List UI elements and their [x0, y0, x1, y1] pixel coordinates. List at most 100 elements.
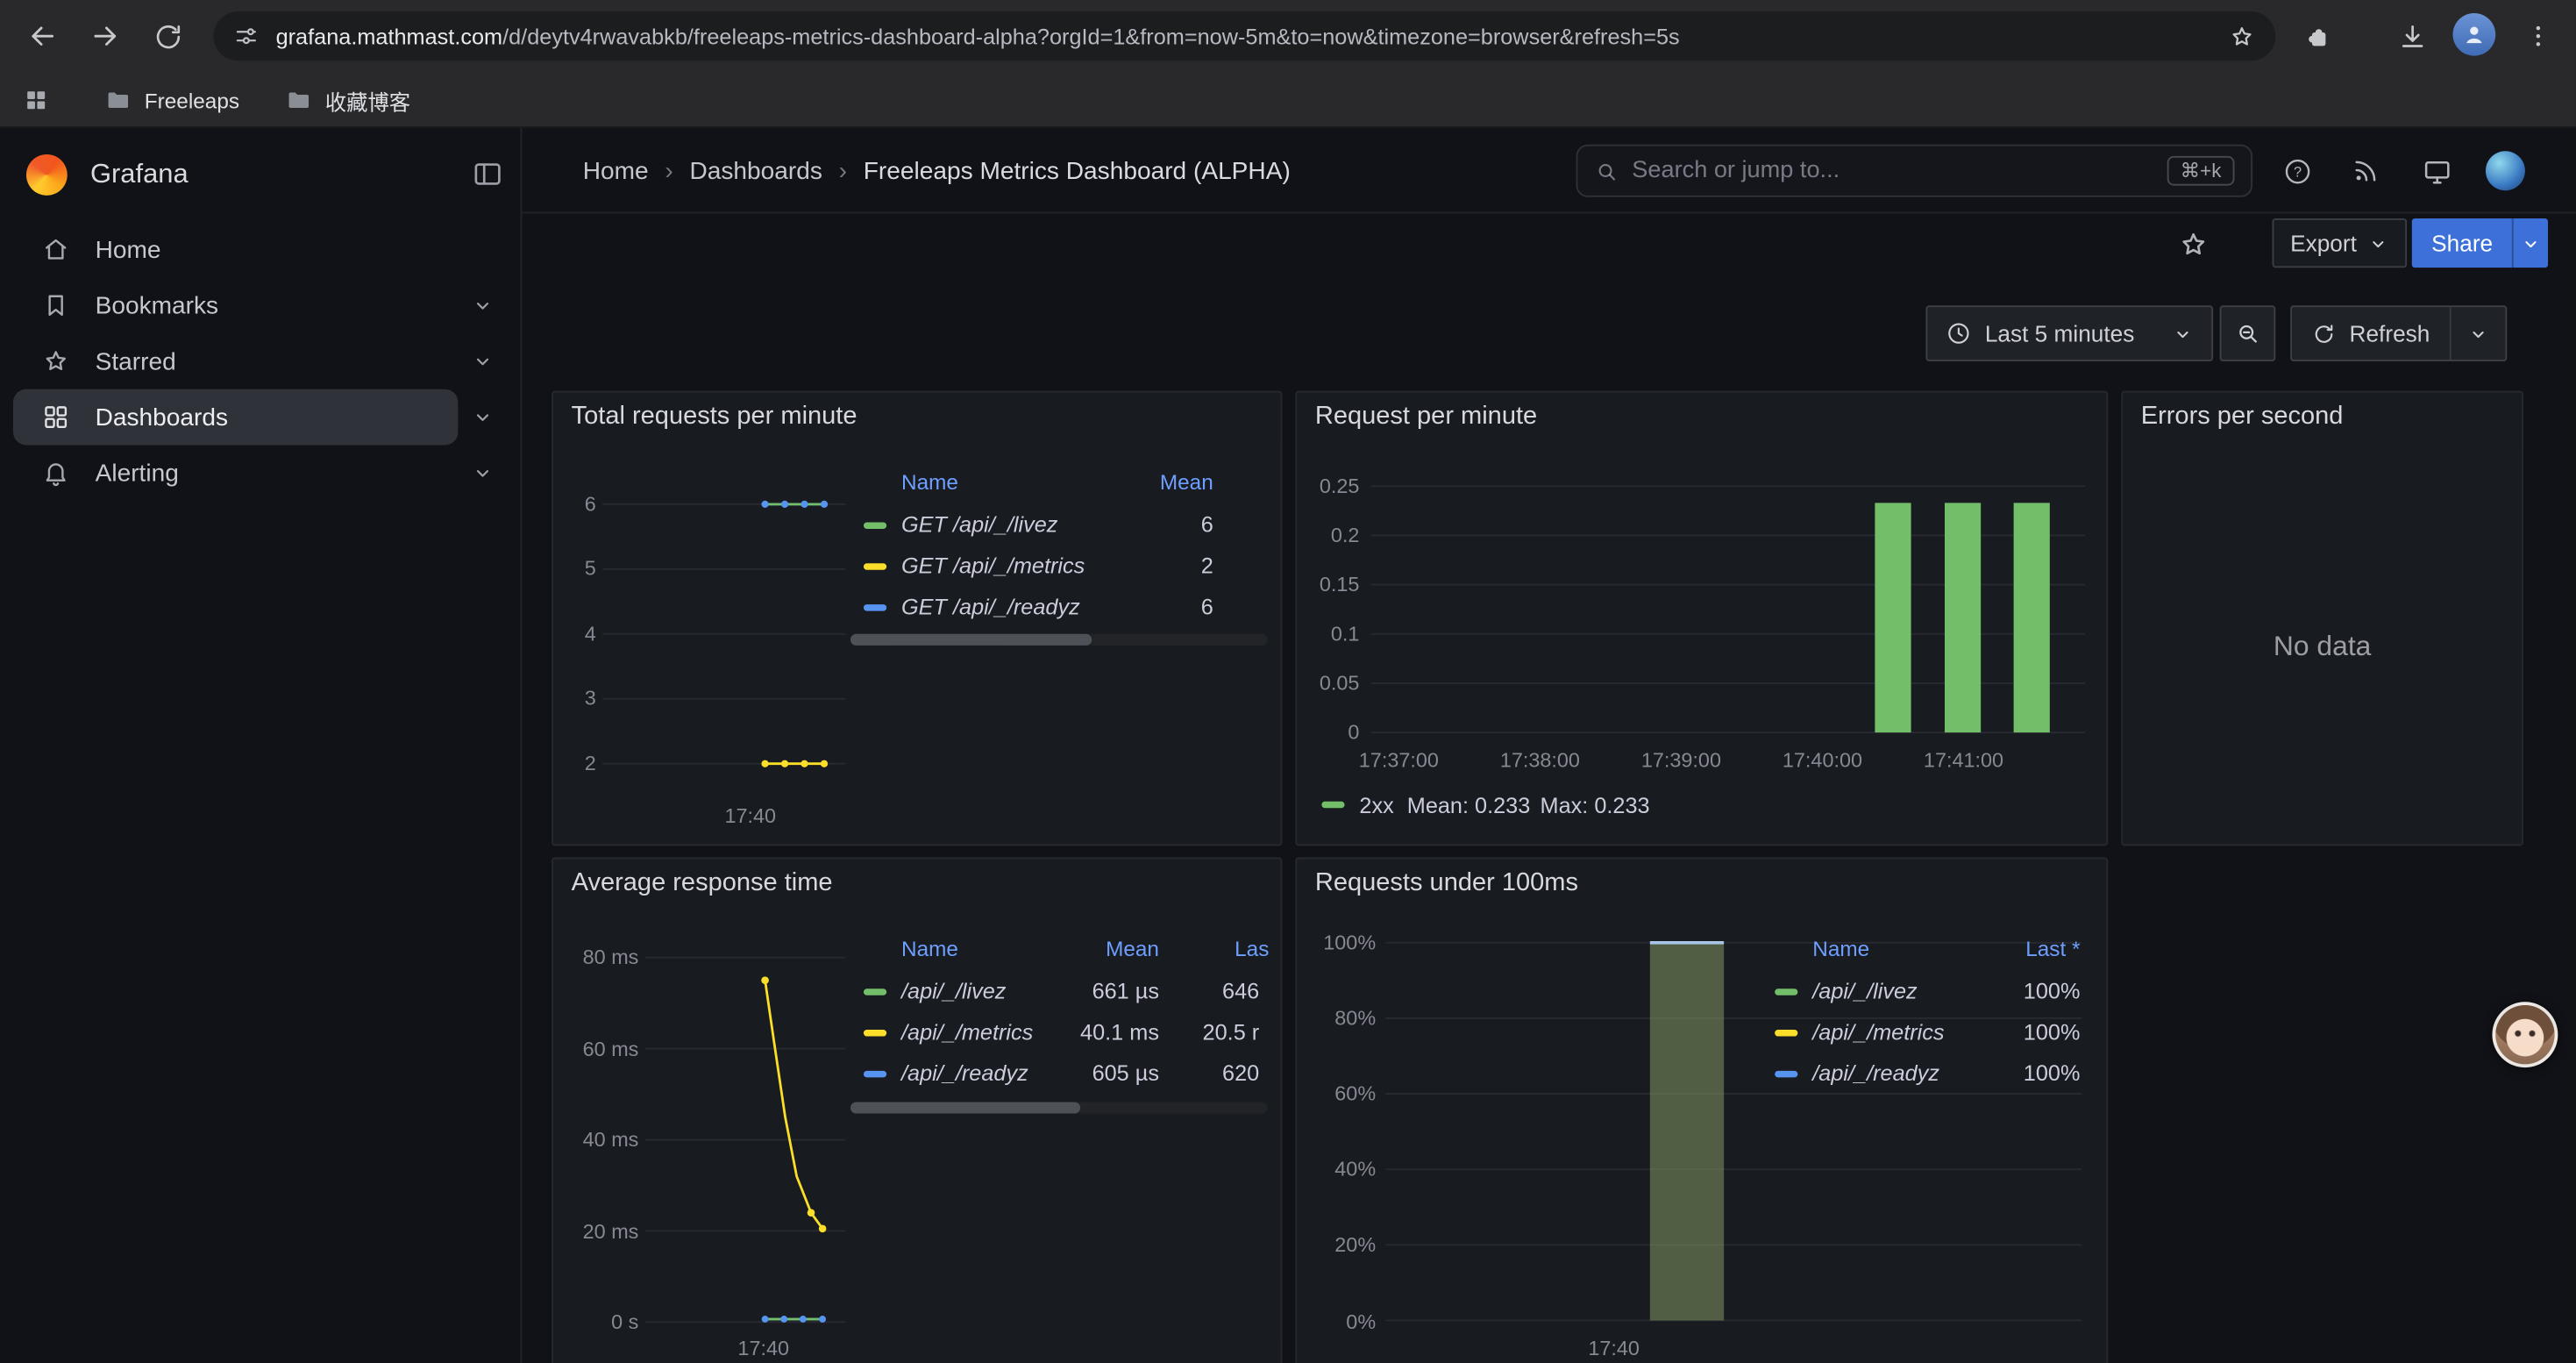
- svg-text:?: ?: [2293, 164, 2301, 180]
- legend-series-name[interactable]: GET /api/_/readyz: [901, 595, 1080, 621]
- panel-title[interactable]: Errors per second: [2141, 403, 2344, 432]
- sidebar-link-dashboards[interactable]: Dashboards: [13, 389, 458, 446]
- breadcrumb-current: Freeleaps Metrics Dashboard (ALPHA): [864, 157, 1291, 185]
- kiosk-mode-button[interactable]: [2420, 154, 2452, 187]
- legend-header-name[interactable]: Name: [901, 936, 958, 962]
- site-settings-icon[interactable]: [233, 23, 260, 49]
- sidebar-collapse-button[interactable]: [471, 158, 503, 190]
- legend-header-mean[interactable]: Mean: [1095, 470, 1213, 496]
- export-button[interactable]: Export: [2273, 218, 2408, 268]
- bookmark-star-button[interactable]: [2228, 22, 2256, 50]
- y-tick: 20%: [1297, 1231, 1376, 1258]
- sidebar-item-label: Starred: [96, 347, 176, 375]
- floating-assistant-avatar[interactable]: [2492, 1002, 2558, 1067]
- browser-reload-button[interactable]: [145, 13, 190, 59]
- legend-scrollbar-thumb[interactable]: [850, 634, 1092, 646]
- sidebar-link-home[interactable]: Home: [13, 222, 508, 278]
- p1-chart[interactable]: [602, 475, 845, 787]
- share-split-button: Share: [2412, 218, 2549, 268]
- p4-chart[interactable]: [645, 945, 845, 1336]
- panel-title[interactable]: Average response time: [572, 869, 833, 899]
- sidebar-link-starred[interactable]: Starred: [13, 333, 458, 389]
- search-input[interactable]: Search or jump to... ⌘+k: [1576, 145, 2252, 197]
- legend-series-name[interactable]: /api/_/readyz: [901, 1061, 1028, 1088]
- grafana-sidebar: Grafana Home Bookmarks Starred: [0, 128, 522, 1363]
- legend-scrollbar[interactable]: [850, 634, 1268, 646]
- bookmark-folder-blogs[interactable]: 收藏博客: [276, 72, 421, 128]
- sidebar-link-bookmarks[interactable]: Bookmarks: [13, 277, 458, 333]
- refresh-button[interactable]: Refresh: [2292, 307, 2450, 360]
- browser-back-button[interactable]: [19, 13, 65, 59]
- chevron-down-icon: [471, 350, 494, 373]
- url-domain: grafana.mathmast.com: [276, 24, 503, 48]
- legend-series-name[interactable]: GET /api/_/metrics: [901, 553, 1085, 580]
- no-data-message: No data: [2123, 631, 2522, 663]
- sidebar-link-alerting[interactable]: Alerting: [13, 445, 458, 501]
- legend-series-name[interactable]: GET /api/_/livez: [901, 512, 1057, 539]
- p2-chart[interactable]: [1371, 475, 2086, 746]
- sidebar-item-label: Dashboards: [96, 403, 228, 432]
- legend-header-mean[interactable]: Mean: [1029, 936, 1159, 962]
- legend-header-last[interactable]: Las: [1235, 936, 1269, 962]
- downloads-button[interactable]: [2388, 13, 2434, 59]
- y-tick: 4: [553, 621, 596, 647]
- back-arrow-icon: [26, 19, 59, 52]
- chevron-down-icon: [471, 461, 494, 484]
- puzzle-icon: [2303, 21, 2333, 51]
- legend-header-name[interactable]: Name: [901, 470, 958, 496]
- apps-shortcut-button[interactable]: [23, 87, 49, 113]
- zoom-out-time-button[interactable]: [2220, 305, 2276, 361]
- legend-header-name[interactable]: Name: [1812, 936, 1869, 962]
- panel-title[interactable]: Requests under 100ms: [1315, 869, 1578, 899]
- refresh-interval-button[interactable]: [2450, 307, 2506, 360]
- breadcrumb: Home › Dashboards › Freeleaps Metrics Da…: [583, 128, 1291, 213]
- legend-scrollbar[interactable]: [850, 1102, 1268, 1113]
- sidebar-expand-alerting[interactable]: [458, 445, 507, 501]
- y-tick: 0.1: [1297, 621, 1359, 647]
- series-color-dash: [864, 1071, 886, 1077]
- share-button[interactable]: Share: [2412, 218, 2513, 268]
- legend-series-name[interactable]: 2xx: [1359, 792, 1393, 817]
- favorite-dashboard-button[interactable]: [2177, 228, 2210, 260]
- breadcrumb-separator: ›: [839, 157, 847, 185]
- address-bar[interactable]: grafana.mathmast.com/d/deytv4rwavabkb/fr…: [213, 11, 2275, 61]
- legend-scrollbar-thumb[interactable]: [850, 1102, 1080, 1113]
- clock-icon: [1946, 320, 1972, 346]
- breadcrumb-dashboards[interactable]: Dashboards: [689, 157, 822, 185]
- share-label: Share: [2431, 230, 2493, 256]
- panel-title[interactable]: Total requests per minute: [572, 403, 857, 432]
- browser-forward-button[interactable]: [82, 13, 128, 59]
- time-range-picker[interactable]: Last 5 minutes: [1925, 305, 2213, 361]
- browser-profile-button[interactable]: [2453, 13, 2496, 56]
- sidebar-expand-bookmarks[interactable]: [458, 277, 507, 333]
- legend-series-name[interactable]: /api/_/readyz: [1812, 1061, 1939, 1088]
- grafana-logo[interactable]: [26, 153, 68, 195]
- help-button[interactable]: ?: [2281, 154, 2313, 187]
- search-shortcut-kbd: ⌘+k: [2167, 156, 2235, 186]
- panel-errors-per-second: Errors per second No data: [2121, 391, 2523, 846]
- rss-icon: [2351, 156, 2380, 186]
- legend-mean-value: 661 µs: [1029, 979, 1159, 1005]
- series-color-dash: [1775, 988, 1797, 995]
- legend-series-name[interactable]: /api/_/livez: [1812, 979, 1917, 1005]
- legend-series-name[interactable]: /api/_/metrics: [1812, 1020, 1944, 1046]
- breadcrumb-home[interactable]: Home: [583, 157, 649, 185]
- person-icon: [2459, 19, 2489, 49]
- panel-average-response-time: Average response time 80 ms 60 ms 40 ms …: [551, 857, 1282, 1363]
- extensions-button[interactable]: [2295, 13, 2341, 59]
- legend-series-name[interactable]: /api/_/metrics: [901, 1020, 1033, 1046]
- legend-header-last[interactable]: Last *: [1932, 936, 2081, 962]
- share-menu-button[interactable]: [2513, 218, 2549, 268]
- bookmark-folder-freeleaps[interactable]: Freeleaps: [96, 72, 250, 128]
- sidebar-item-starred: Starred: [13, 333, 508, 389]
- panel-title[interactable]: Request per minute: [1315, 403, 1537, 432]
- legend-series-name[interactable]: /api/_/livez: [901, 979, 1006, 1005]
- sidebar-expand-dashboards[interactable]: [458, 389, 507, 446]
- x-tick: 17:37:00: [1341, 747, 1456, 774]
- user-avatar[interactable]: [2486, 151, 2525, 190]
- browser-menu-button[interactable]: [2518, 13, 2558, 59]
- reload-icon: [152, 20, 183, 52]
- series-color-dash: [1321, 802, 1344, 808]
- sidebar-expand-starred[interactable]: [458, 333, 507, 389]
- news-button[interactable]: [2350, 154, 2382, 187]
